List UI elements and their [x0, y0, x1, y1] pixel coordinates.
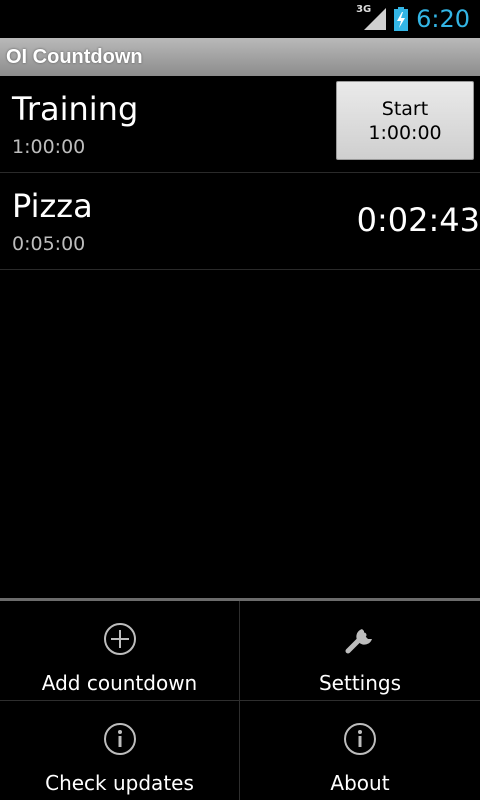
- start-button[interactable]: Start 1:00:00: [336, 81, 474, 160]
- add-circle-icon: [103, 623, 136, 655]
- countdown-duration: 1:00:00: [12, 136, 86, 158]
- wrench-icon: [345, 629, 372, 654]
- menu-item-label: Add countdown: [41, 671, 198, 695]
- countdown-duration: 0:05:00: [12, 233, 86, 255]
- menu-item-label: Settings: [318, 671, 402, 695]
- menu-item-settings[interactable]: Settings: [240, 601, 480, 701]
- countdown-remaining: 0:02:43: [356, 201, 480, 239]
- menu-item-check-updates[interactable]: Check updates: [0, 701, 240, 800]
- status-bar: 3G 6:20: [0, 0, 480, 38]
- countdown-row-pizza[interactable]: Pizza 0:05:00 0:02:43: [0, 173, 480, 270]
- countdown-row-training[interactable]: Training 1:00:00 Start 1:00:00: [0, 76, 480, 173]
- menu-item-add-countdown[interactable]: Add countdown: [0, 601, 240, 701]
- info-icon: [103, 723, 136, 755]
- countdown-list: Training 1:00:00 Start 1:00:00 Pizza 0:0…: [0, 76, 480, 270]
- start-button-label: Start: [381, 97, 429, 120]
- network-type: 3G: [356, 4, 372, 15]
- countdown-name: Pizza: [12, 187, 93, 225]
- start-button-duration: 1:00:00: [368, 121, 442, 144]
- countdown-name: Training: [12, 90, 139, 128]
- clock: 6:20: [416, 5, 470, 33]
- menu-item-label: Check updates: [45, 771, 194, 795]
- menu-item-about[interactable]: About: [240, 701, 480, 800]
- info-icon: [344, 723, 376, 755]
- menu-item-label: About: [330, 771, 390, 795]
- app-title-bar: OI Countdown: [0, 38, 480, 76]
- network-indicator: 3G: [356, 4, 388, 32]
- options-menu: Add countdown Settings Check updates Abo…: [0, 598, 480, 800]
- app-title: OI Countdown: [6, 45, 143, 68]
- battery-charging-icon: [394, 7, 409, 31]
